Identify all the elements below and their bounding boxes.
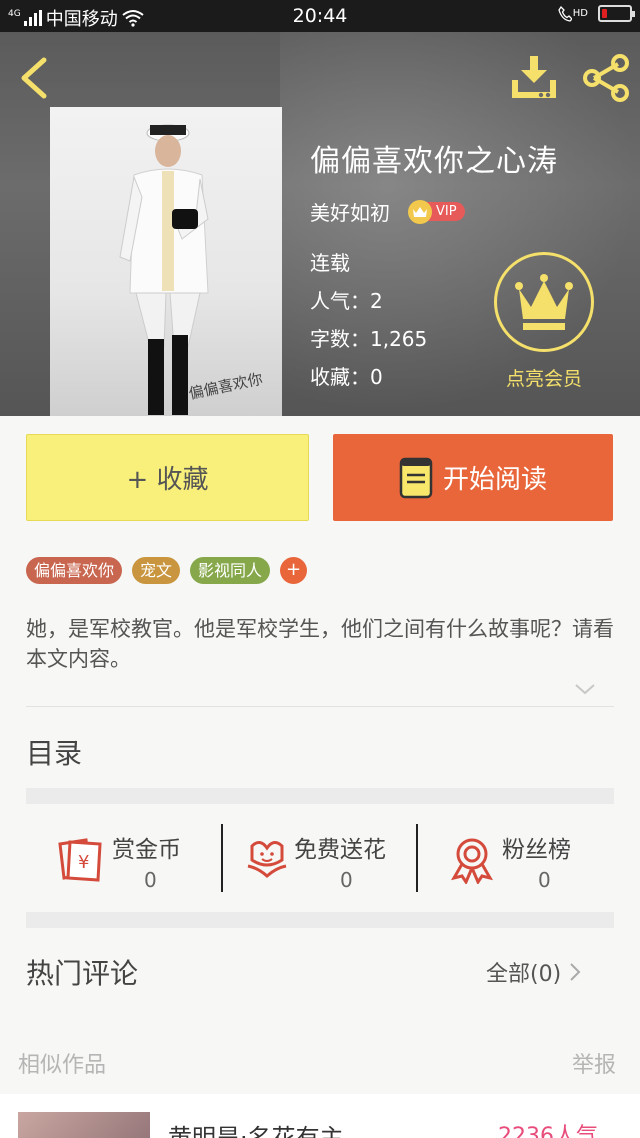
reward-coins-label: 赏金币: [112, 837, 181, 863]
flower-icon: [247, 841, 287, 879]
section-separator: [26, 912, 614, 928]
collect-button[interactable]: + 收藏: [26, 434, 309, 521]
member-circle: [494, 252, 594, 352]
free-flowers-label: 免费送花: [294, 837, 386, 863]
svg-text:偏偏喜欢你: 偏偏喜欢你: [187, 370, 264, 403]
all-comments-link[interactable]: 全部(0): [486, 956, 581, 988]
similar-work-popularity: 2236人气: [498, 1124, 598, 1138]
divider: [26, 706, 614, 707]
chevron-down-icon[interactable]: [574, 682, 596, 696]
status-right: HD: [558, 5, 635, 22]
download-button[interactable]: [508, 52, 560, 104]
member-button[interactable]: 点亮会员: [492, 250, 600, 390]
chevron-left-icon: [21, 57, 47, 99]
section-separator: [26, 788, 614, 804]
author-name[interactable]: 美好如初: [310, 197, 390, 226]
start-reading-label: 开始阅读: [442, 465, 547, 495]
svg-text:¥: ¥: [78, 852, 89, 873]
reward-coins[interactable]: ¥ 赏金币 0: [56, 826, 206, 894]
favorites-count: 收藏：0: [310, 365, 383, 389]
status-bar: 4G 中国移动 20:44 HD: [0, 0, 640, 32]
book-icon: [399, 457, 433, 498]
similar-works-label: 相似作品: [18, 1053, 107, 1078]
collect-label: + 收藏: [126, 465, 209, 495]
report-link[interactable]: 举报: [572, 1047, 616, 1079]
all-comments-label: 全部(0): [486, 962, 562, 987]
start-reading-button[interactable]: 开始阅读: [333, 434, 613, 521]
cover-illustration: 偏偏喜欢你: [119, 124, 264, 415]
book-summary: 她，是军校教官。他是军校学生，他们之间有什么故事呢？请看本文内容。: [26, 617, 614, 671]
book-hero: 偏偏喜欢你 偏偏喜欢你之心涛 美好如初 VIP 连载 人气：2 字数：1,265…: [0, 32, 640, 416]
free-flowers-value: 0: [340, 868, 353, 892]
reward-coins-value: 0: [144, 868, 157, 892]
member-label: 点亮会员: [505, 368, 582, 390]
clock: 20:44: [292, 5, 348, 27]
divider: [416, 824, 418, 892]
fan-ranking[interactable]: 粉丝榜 0: [450, 826, 600, 894]
author-row: 美好如初 VIP: [310, 197, 465, 226]
free-flowers[interactable]: 免费送花 0: [242, 826, 412, 894]
book-cover[interactable]: 偏偏喜欢你: [50, 107, 282, 416]
similar-work-cover: [18, 1112, 150, 1138]
toc-title[interactable]: 目录: [26, 732, 82, 772]
divider: [221, 824, 223, 892]
tag-item[interactable]: 影视同人: [190, 557, 271, 584]
rosette-award-icon: [450, 838, 494, 884]
word-count: 字数：1,265: [310, 327, 428, 351]
tag-list: 偏偏喜欢你 宠文 影视同人 +: [26, 557, 308, 584]
vip-badge: VIP: [408, 199, 465, 224]
back-button[interactable]: [14, 54, 54, 102]
red-envelope-yen-icon: ¥: [58, 838, 102, 882]
serial-status: 连载: [310, 251, 350, 275]
battery-level: [602, 9, 608, 18]
share-button[interactable]: [580, 52, 632, 104]
hd-call-icon: HD: [558, 5, 588, 22]
fan-ranking-value: 0: [538, 868, 551, 892]
book-meta: 连载 人气：2 字数：1,265 收藏：0: [310, 244, 427, 396]
fan-ranking-label: 粉丝榜: [502, 837, 571, 863]
crown-icon: [408, 199, 432, 224]
hot-comments-title: 热门评论: [26, 957, 139, 990]
chevron-right-icon: [570, 963, 581, 981]
hd-label: HD: [572, 8, 588, 19]
add-tag-button[interactable]: +: [280, 557, 308, 584]
popularity: 人气：2: [310, 289, 383, 313]
crown-icon: [515, 274, 573, 330]
similar-work-item[interactable]: 黄明昊·名花有主 2236人气: [0, 1094, 640, 1138]
tag-item[interactable]: 宠文: [132, 557, 181, 584]
download-icon: [512, 56, 556, 98]
tag-item[interactable]: 偏偏喜欢你: [26, 557, 123, 584]
battery-icon: [598, 5, 635, 22]
share-icon: [583, 54, 629, 102]
similar-work-title: 黄明昊·名花有主: [168, 1124, 344, 1138]
book-title: 偏偏喜欢你之心涛: [310, 144, 558, 179]
